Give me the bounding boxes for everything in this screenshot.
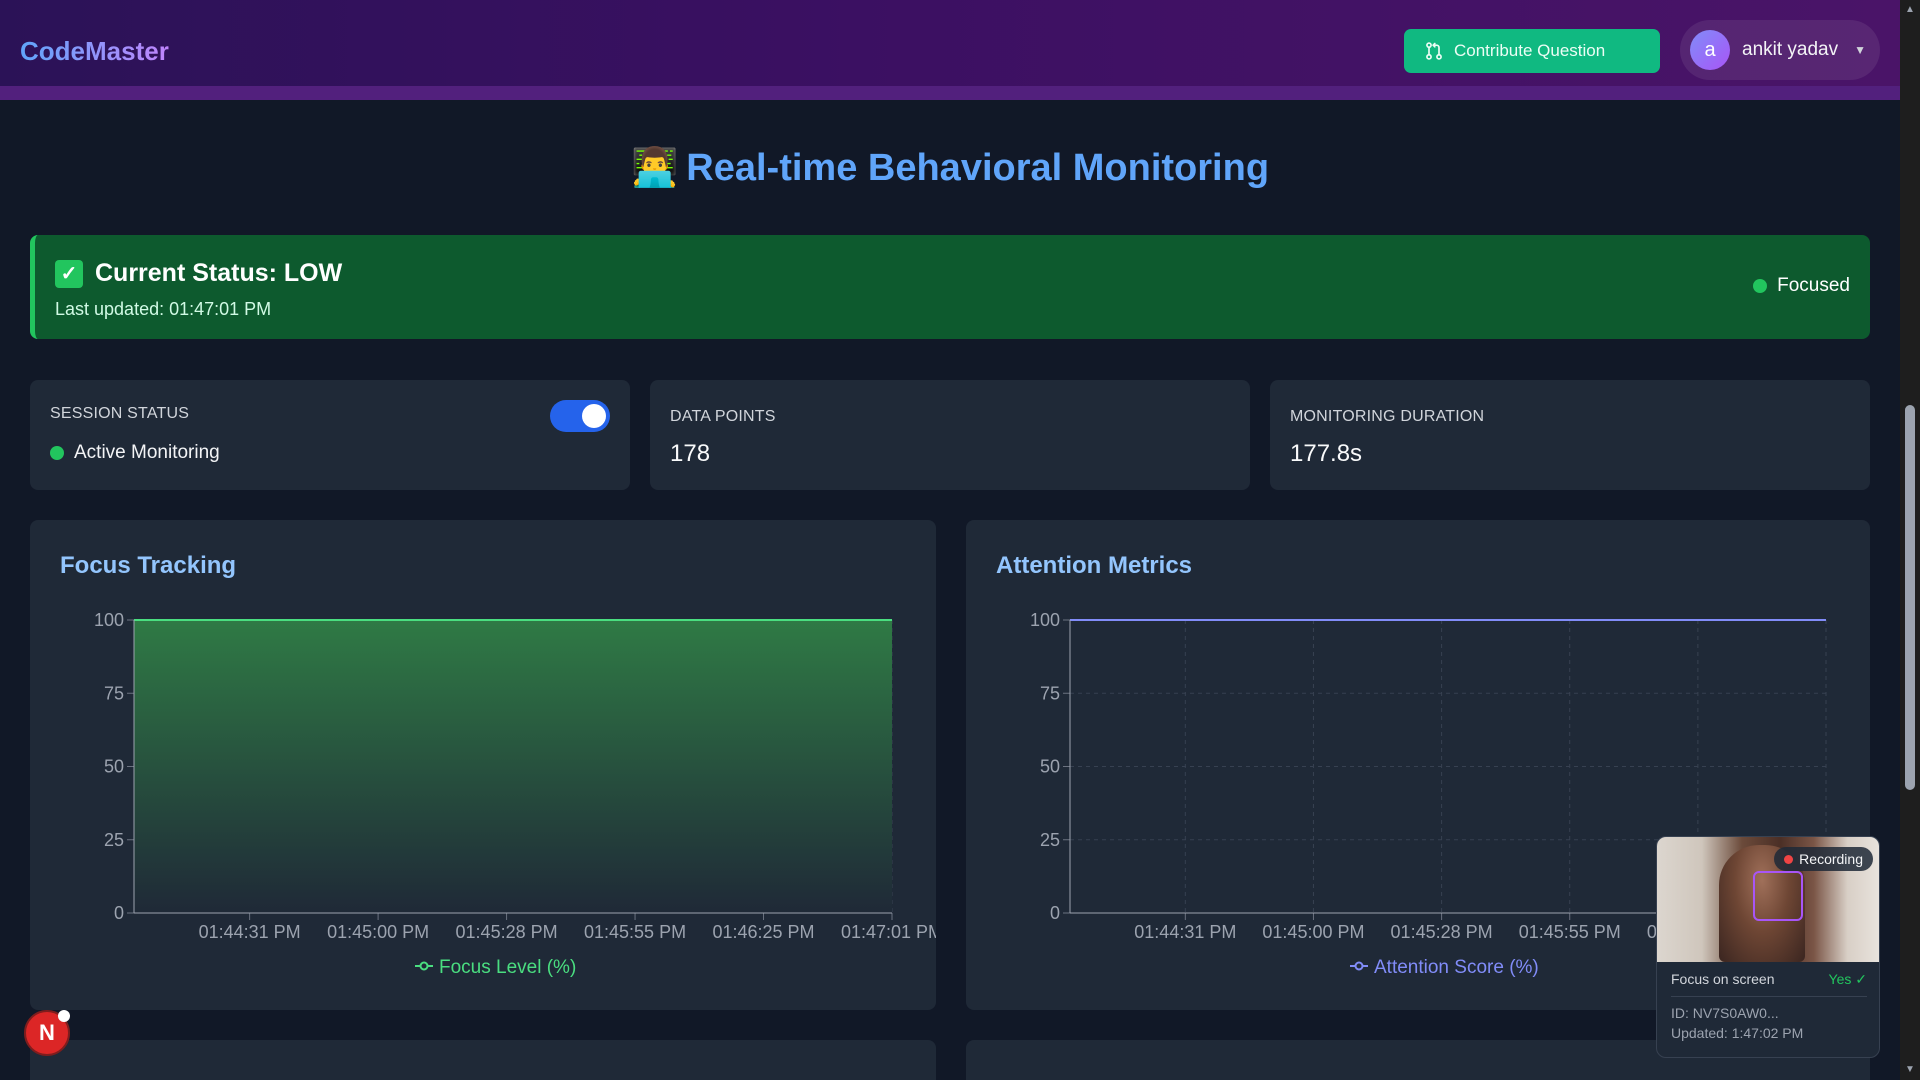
webcam-preview[interactable]: Recording Focus on screen Yes ✓ ID: NV7S…: [1656, 836, 1880, 1058]
git-pull-request-icon: [1426, 42, 1442, 60]
y-tick-label: 25: [1040, 830, 1060, 850]
chart-legend: Attention Score (%): [1350, 957, 1539, 978]
camera-updated: Updated: 1:47:02 PM: [1671, 1025, 1804, 1041]
session-id: ID: NV7S0AW0...: [1671, 1005, 1779, 1021]
last-updated: Last updated: 01:47:01 PM: [55, 299, 272, 319]
focus-on-screen-value: Yes ✓: [1828, 971, 1867, 987]
user-menu[interactable]: a ankit yadav ▼: [1680, 20, 1880, 80]
status-heading-text: Current Status: LOW: [95, 259, 343, 287]
toggle-knob: [582, 404, 606, 428]
x-tick-label: 01:45:28 PM: [1391, 922, 1493, 942]
legend-label: Focus Level (%): [439, 957, 576, 978]
face-detection-box: [1753, 871, 1803, 921]
lower-card-left: [30, 1040, 936, 1080]
status-dot-icon: [1753, 279, 1768, 293]
data-points-label: DATA POINTS: [670, 408, 776, 425]
developer-emoji-icon: 👨‍💻: [630, 147, 679, 189]
y-tick-label: 50: [1040, 757, 1060, 777]
recording-dot-icon: [1784, 854, 1794, 864]
session-status-text: Active Monitoring: [74, 442, 220, 463]
y-tick-label: 0: [1050, 903, 1060, 923]
focus-on-screen-row: Focus on screen Yes ✓: [1671, 971, 1867, 997]
scroll-up-arrow-icon[interactable]: ▲: [1905, 4, 1915, 15]
contribute-question-label: Contribute Question: [1454, 41, 1606, 60]
session-status-card: SESSION STATUS Active Monitoring: [30, 380, 630, 490]
monitoring-duration-card: MONITORING DURATION 177.8s: [1270, 380, 1870, 490]
legend-marker-icon: [1354, 961, 1364, 971]
chart-legend: Focus Level (%): [415, 957, 576, 978]
page-title: 👨‍💻 Real-time Behavioral Monitoring: [0, 146, 1900, 190]
top-nav: CodeMaster Contribute Question a ankit y…: [0, 0, 1900, 100]
scroll-thumb[interactable]: [1905, 405, 1915, 790]
session-status-label: SESSION STATUS: [50, 405, 190, 422]
webcam-video: Recording: [1657, 837, 1879, 962]
focus-state-label: Focused: [1777, 275, 1850, 296]
legend-marker-icon: [419, 961, 429, 971]
x-tick-label: 01:45:00 PM: [327, 922, 429, 942]
y-tick-label: 50: [104, 757, 124, 777]
data-points-value: 178: [670, 440, 711, 467]
legend-label: Attention Score (%): [1374, 957, 1539, 978]
monitoring-duration-label: MONITORING DURATION: [1290, 408, 1485, 425]
page-scrollbar[interactable]: ▲ ▼: [1900, 0, 1920, 1080]
area-fill: [134, 620, 892, 913]
brand-logo[interactable]: CodeMaster: [20, 36, 169, 67]
monitoring-duration-value: 177.8s: [1290, 440, 1363, 467]
y-tick-label: 0: [114, 903, 124, 923]
y-tick-label: 100: [1030, 610, 1060, 630]
status-heading: ✓ Current Status: LOW: [55, 259, 342, 288]
x-tick-label: 01:45:00 PM: [1262, 922, 1364, 942]
y-tick-label: 25: [104, 830, 124, 850]
chevron-down-icon: ▼: [1854, 43, 1867, 57]
check-icon: ✓: [55, 259, 83, 288]
focus-tracking-chart: 0 25 50 75 100 01:44:31 PM 01:45:00 PM 01:45:28…: [94, 610, 936, 978]
status-banner: ✓ Current Status: LOW Last updated: 01:4…: [30, 235, 1870, 339]
y-tick-label: 75: [104, 683, 124, 703]
focus-state-indicator: Focused: [1753, 275, 1850, 297]
recording-label: Recording: [1799, 851, 1863, 867]
scroll-down-arrow-icon[interactable]: ▼: [1905, 1064, 1915, 1075]
notification-dot-icon: [58, 1010, 70, 1022]
recording-badge: Recording: [1774, 847, 1873, 871]
x-tick-label: 01:46:25 PM: [712, 922, 814, 942]
active-dot-icon: [50, 446, 64, 460]
y-tick-label: 100: [94, 610, 124, 630]
avatar: a: [1690, 30, 1730, 70]
focus-on-screen-label: Focus on screen: [1671, 971, 1775, 987]
x-tick-label: 01:44:31 PM: [1134, 922, 1236, 942]
page-title-text: Real-time Behavioral Monitoring: [686, 147, 1270, 189]
x-tick-label: 01:47:01 PM: [841, 922, 936, 942]
contribute-question-button[interactable]: Contribute Question: [1404, 29, 1660, 73]
x-tick-label: 01:44:31 PM: [199, 922, 301, 942]
focus-tracking-card: Focus Tracking 0 25 50 75 100 01:44:31 PM 01:4…: [30, 520, 936, 1010]
session-status-value: Active Monitoring: [50, 442, 220, 464]
x-tick-label: 01:45:55 PM: [584, 922, 686, 942]
user-name: ankit yadav: [1742, 39, 1839, 60]
monitoring-toggle[interactable]: [550, 400, 610, 432]
data-points-card: DATA POINTS 178: [650, 380, 1250, 490]
x-tick-label: 01:45:28 PM: [456, 922, 558, 942]
x-tick-label: 01:45:55 PM: [1519, 922, 1621, 942]
y-tick-label: 75: [1040, 683, 1060, 703]
